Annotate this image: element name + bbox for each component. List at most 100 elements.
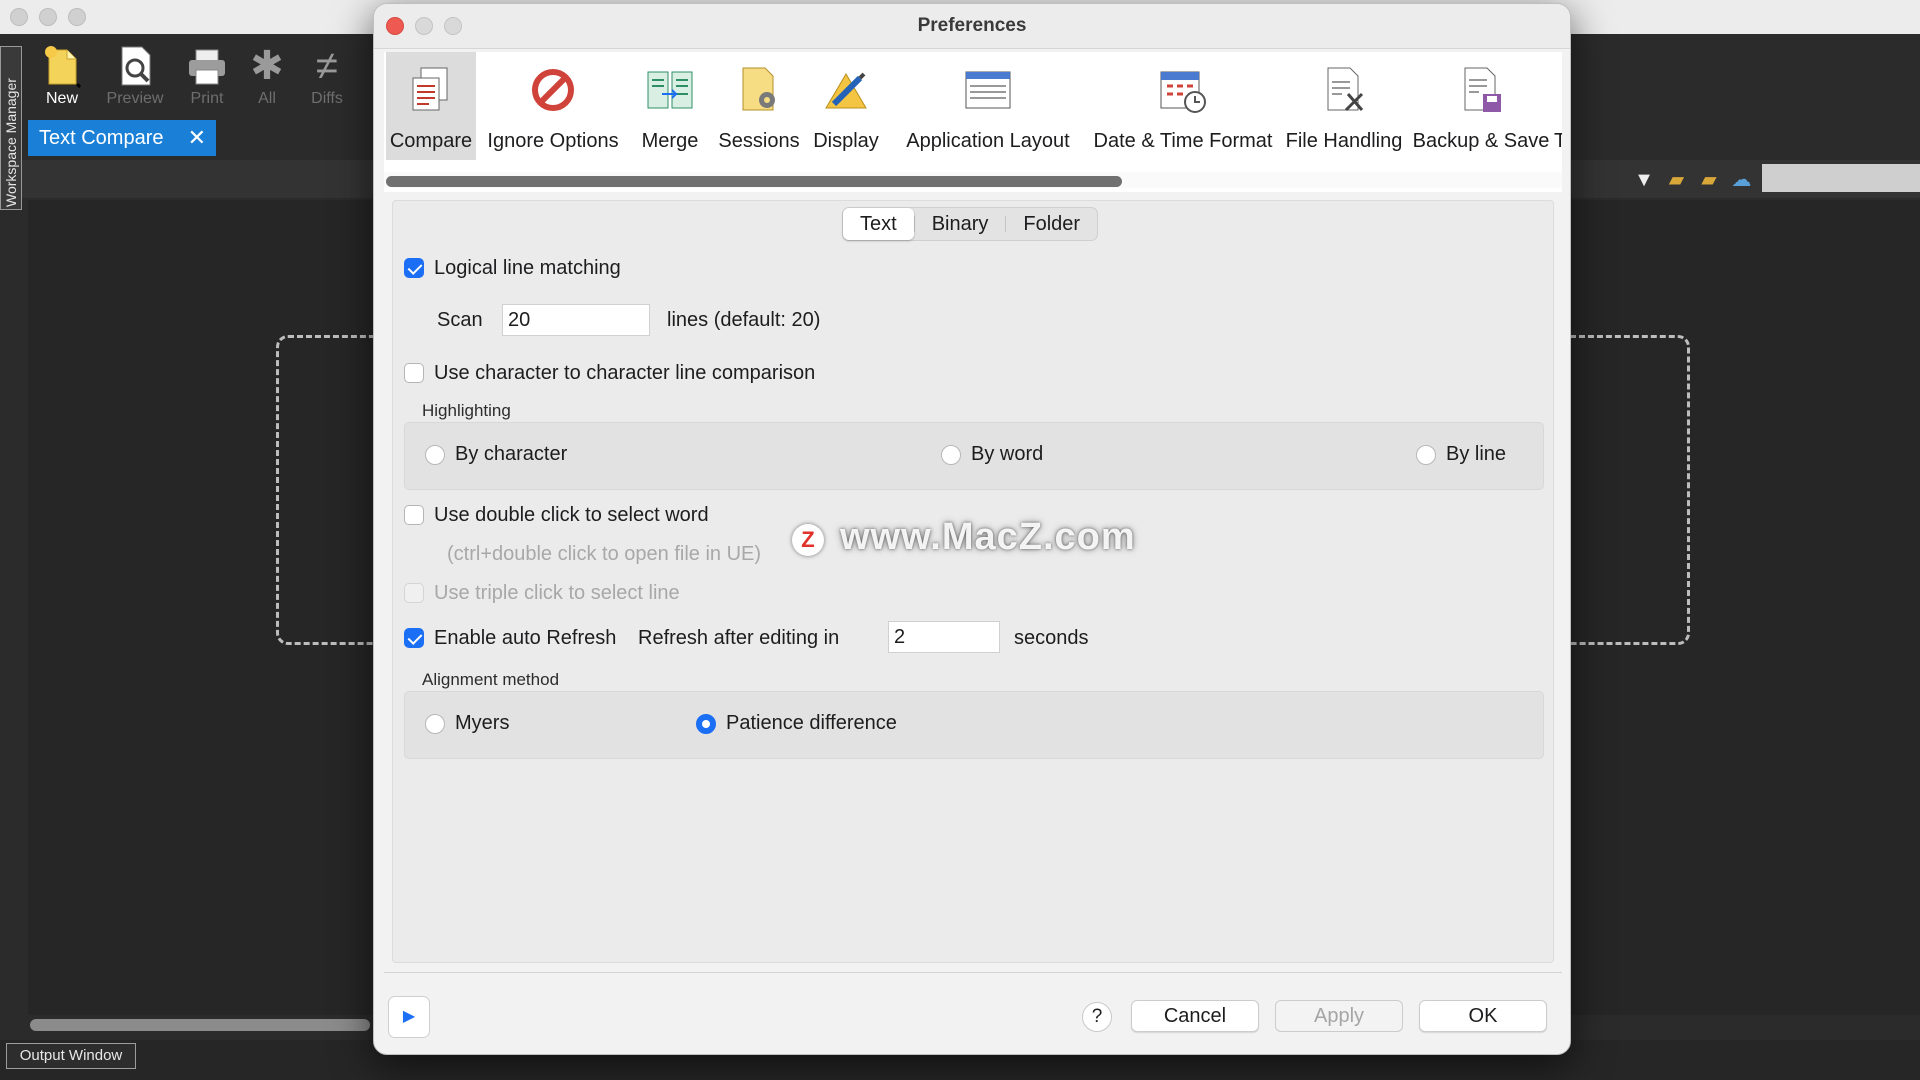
cloud-download-icon[interactable]: ☁ <box>1727 167 1755 192</box>
calendar-icon <box>1157 64 1209 116</box>
highlighting-group: By character By word By line <box>404 422 1544 490</box>
category-merge[interactable]: Merge <box>630 52 710 160</box>
watermark-logo-icon: Z <box>792 524 824 556</box>
char-comparison-label: Use character to character line comparis… <box>434 362 816 384</box>
toolbar-all-label: All <box>258 90 276 107</box>
highlight-by-word-label: By word <box>971 443 1044 465</box>
toolbar-print-label: Print <box>190 90 224 107</box>
toolbar-new-button[interactable]: New <box>30 44 94 118</box>
toolbar-all-button[interactable]: ✱ All <box>235 44 299 118</box>
ignore-icon <box>527 64 579 116</box>
compare-icon <box>405 64 457 116</box>
sessions-icon <box>733 64 785 116</box>
text-compare-tab-label: Text Compare <box>39 127 164 149</box>
app-zoom-dot[interactable] <box>68 8 86 26</box>
text-compare-tab[interactable]: Text Compare ✕ <box>28 120 216 156</box>
new-document-icon <box>41 44 83 89</box>
category-compare[interactable]: Compare <box>386 52 476 160</box>
alignment-patience-radio[interactable] <box>696 714 716 734</box>
triple-click-label: Use triple click to select line <box>434 582 680 604</box>
category-backup-save-label: Backup & Save <box>1412 130 1550 152</box>
category-more[interactable]: T <box>1554 52 1562 160</box>
workspace-manager-label: Workspace Manager <box>3 78 19 207</box>
toolbar-preview-button[interactable]: Preview <box>103 44 167 118</box>
tab-binary[interactable]: Binary <box>915 208 1006 240</box>
toolbar-preview-label: Preview <box>106 90 164 107</box>
dialog-titlebar: Preferences <box>374 4 1570 49</box>
file-handling-icon <box>1318 64 1370 116</box>
ok-button[interactable]: OK <box>1419 1000 1547 1032</box>
toolbar-new-label: New <box>45 90 78 107</box>
watermark-text: www.MacZ.com <box>840 516 1136 558</box>
category-sessions[interactable]: Sessions <box>714 52 804 160</box>
toolbar-print-button[interactable]: Print <box>175 44 239 118</box>
subtab-control: Text Binary Folder <box>842 207 1099 241</box>
category-compare-label: Compare <box>389 130 473 152</box>
print-icon <box>186 44 228 88</box>
layout-icon <box>962 64 1014 116</box>
folder-icon[interactable]: ▰ <box>1662 167 1690 192</box>
toolbar-diffs-button[interactable]: ≠ Diffs <box>295 44 359 118</box>
horizontal-scrollbar[interactable] <box>30 1019 370 1031</box>
highlight-by-character-radio[interactable] <box>425 445 445 465</box>
category-more-label: T <box>1554 130 1562 153</box>
category-application-layout-label: Application Layout <box>906 130 1070 152</box>
refresh-seconds-input[interactable]: 2 <box>888 621 1000 653</box>
folder-open-icon[interactable]: ▰ <box>1695 167 1723 192</box>
category-display[interactable]: Display <box>806 52 886 160</box>
category-file-handling[interactable]: File Handling <box>1282 52 1406 160</box>
apply-button: Apply <box>1275 1000 1403 1032</box>
refresh-seconds-unit: seconds <box>1014 627 1089 649</box>
app-minimize-dot[interactable] <box>39 8 57 26</box>
output-window-tab[interactable]: Output Window <box>6 1043 136 1069</box>
preview-icon <box>114 44 156 88</box>
tab-text[interactable]: Text <box>843 208 914 240</box>
tab-folder[interactable]: Folder <box>1006 208 1097 240</box>
alignment-group: Myers Patience difference <box>404 691 1544 759</box>
highlight-by-word-radio[interactable] <box>941 445 961 465</box>
display-icon <box>820 64 872 116</box>
app-close-dot[interactable] <box>10 8 28 26</box>
highlight-by-character-label: By character <box>455 443 568 465</box>
highlighting-group-label: Highlighting <box>422 401 511 420</box>
scan-lines-input[interactable]: 20 <box>502 304 650 336</box>
alignment-myers-radio[interactable] <box>425 714 445 734</box>
cancel-button[interactable]: Cancel <box>1131 1000 1259 1032</box>
category-ignore-options[interactable]: Ignore Options <box>480 52 626 160</box>
auto-refresh-label: Enable auto Refresh <box>434 627 617 649</box>
path-field[interactable] <box>1762 164 1920 192</box>
refresh-after-label: Refresh after editing in <box>638 627 840 649</box>
pane-toolbar: ▼ ▰ ▰ ☁ <box>1630 167 1755 193</box>
right-drop-zone[interactable] <box>1570 335 1690 645</box>
highlight-by-line-radio[interactable] <box>1416 445 1436 465</box>
category-application-layout[interactable]: Application Layout <box>892 52 1084 160</box>
scan-default-label: lines (default: 20) <box>667 309 821 331</box>
category-scroll-thumb[interactable] <box>386 176 1122 187</box>
help-button[interactable]: ? <box>1082 1002 1112 1032</box>
alignment-group-label: Alignment method <box>422 670 560 689</box>
toolbar-diffs-label: Diffs <box>311 90 343 107</box>
double-click-hint: (ctrl+double click to open file in UE) <box>447 543 762 565</box>
close-icon[interactable]: ✕ <box>188 120 206 156</box>
double-click-checkbox[interactable] <box>404 505 424 525</box>
category-display-label: Display <box>813 130 879 152</box>
play-icon[interactable]: ▶ <box>388 996 430 1038</box>
category-date-time-format[interactable]: Date & Time Format <box>1088 52 1278 160</box>
not-equal-icon: ≠ <box>316 44 338 88</box>
highlight-by-line-label: By line <box>1446 443 1507 465</box>
logical-line-matching-label: Logical line matching <box>434 257 621 279</box>
backup-icon <box>1455 64 1507 116</box>
auto-refresh-checkbox[interactable] <box>404 628 424 648</box>
category-backup-save[interactable]: Backup & Save <box>1410 52 1552 160</box>
preferences-category-bar: Compare Ignore Options Merge Sessions Di… <box>384 52 1562 192</box>
scan-label: Scan <box>437 309 483 331</box>
workspace-manager-tab[interactable]: Workspace Manager <box>0 46 22 210</box>
logical-line-matching-checkbox[interactable] <box>404 258 424 278</box>
char-comparison-checkbox[interactable] <box>404 363 424 383</box>
category-merge-label: Merge <box>641 130 699 152</box>
triple-click-checkbox <box>404 583 424 603</box>
chevron-down-icon[interactable]: ▼ <box>1630 169 1658 192</box>
double-click-label: Use double click to select word <box>434 504 709 526</box>
alignment-myers-label: Myers <box>455 712 510 734</box>
category-file-handling-label: File Handling <box>1285 130 1403 152</box>
